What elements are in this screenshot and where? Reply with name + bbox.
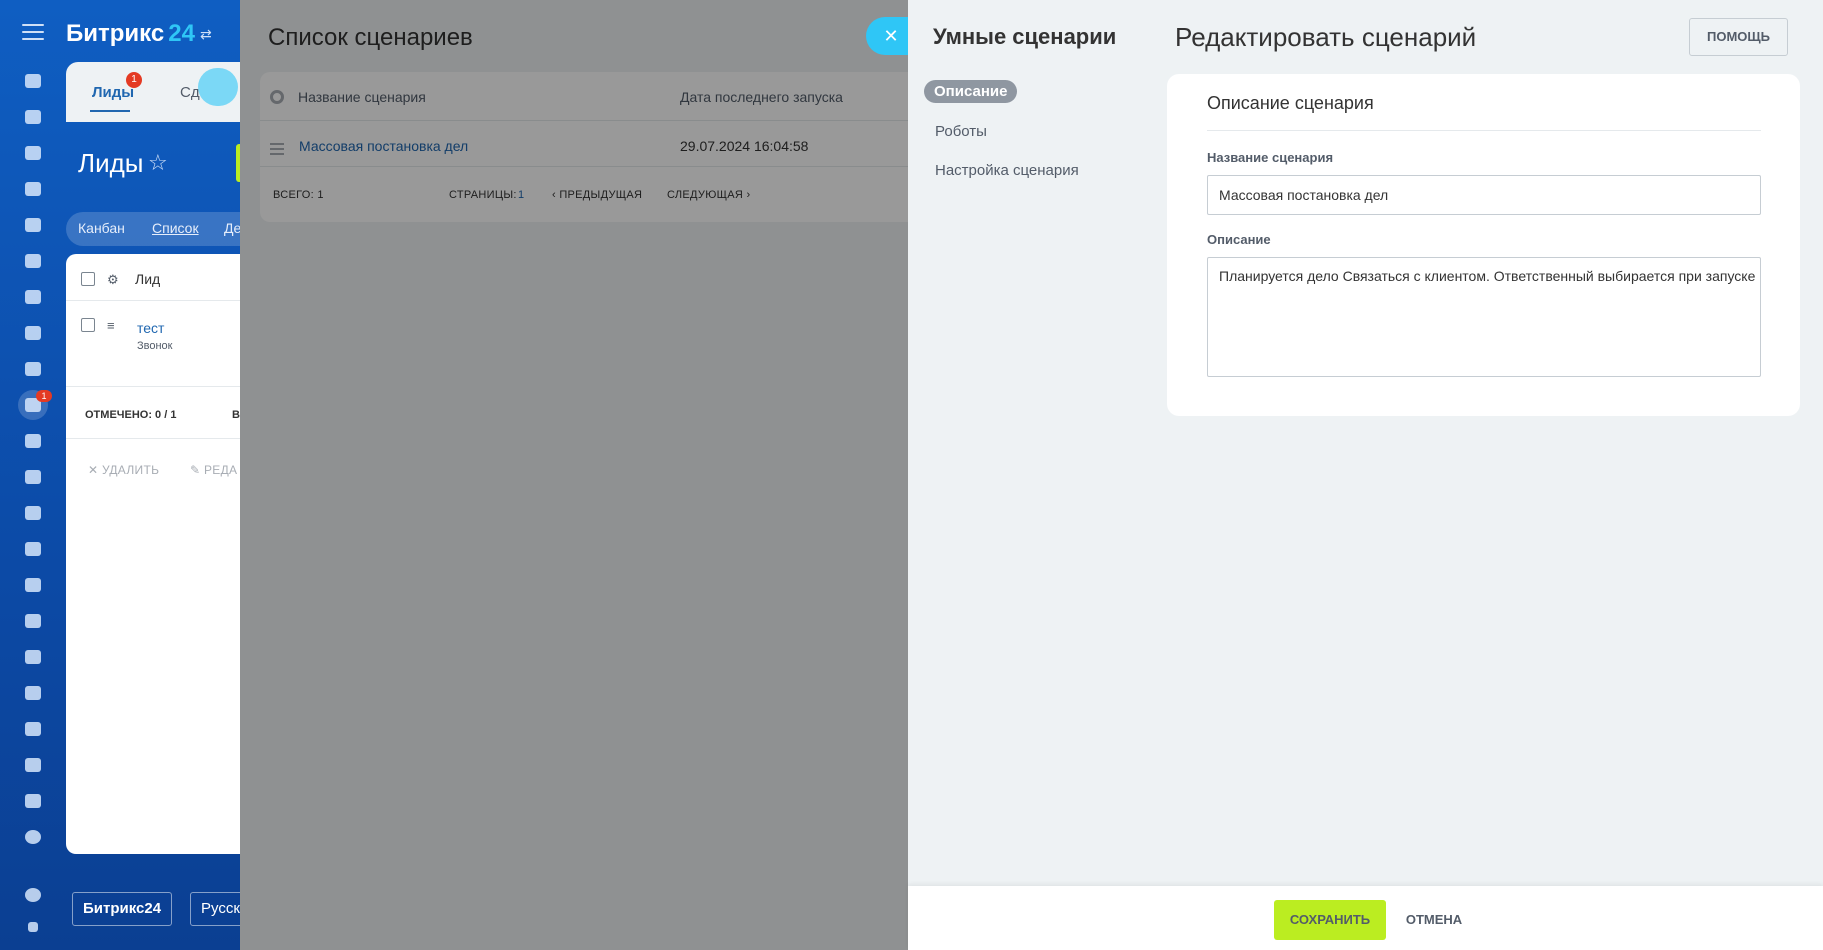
sign-icon[interactable]: [20, 572, 46, 598]
mail-icon[interactable]: [20, 284, 46, 310]
logo-name: Битрикс: [66, 20, 165, 47]
delete-action[interactable]: ✕ УДАЛИТЬ: [88, 463, 159, 477]
drive-icon[interactable]: [20, 248, 46, 274]
smart-scenarios-title: Умные сценарии: [933, 24, 1117, 49]
checklist-icon[interactable]: [20, 356, 46, 382]
structure-icon[interactable]: [20, 914, 46, 940]
nav-scenario-settings[interactable]: Настройка сценария: [935, 162, 1079, 179]
store-icon[interactable]: [20, 428, 46, 454]
scenario-name-label: Название сценария: [1207, 150, 1334, 165]
edit-list-icon[interactable]: [20, 536, 46, 562]
swap-icon[interactable]: ⇄: [200, 26, 212, 43]
form-section-heading: Описание сценария: [1207, 93, 1374, 113]
card-icon[interactable]: [20, 644, 46, 670]
scenario-list-dim: [240, 0, 908, 950]
chat-icon[interactable]: [20, 140, 46, 166]
row-checkbox[interactable]: [81, 318, 95, 332]
logo-number: 24: [168, 20, 195, 47]
bitrix24-bottom-button[interactable]: Битрикс24: [72, 892, 173, 926]
contacts-icon[interactable]: [20, 320, 46, 346]
calendar-icon[interactable]: [20, 176, 46, 202]
description-textarea[interactable]: Планируется дело Связаться с клиентом. О…: [1207, 257, 1761, 377]
background-close-button: [198, 68, 238, 106]
view-kanban[interactable]: Канбан: [78, 220, 125, 236]
lead-source: Звонок: [137, 340, 173, 352]
edit-action[interactable]: ✎ РЕДА: [190, 463, 237, 477]
lead-title-link[interactable]: тест: [137, 320, 164, 336]
grid-header-divider: [66, 300, 266, 301]
nav-robots[interactable]: Роботы: [935, 123, 987, 140]
menu-icon[interactable]: [22, 24, 44, 40]
close-icon: ✕: [883, 26, 899, 46]
selected-counter: ОТМЕЧЕНО: 0 / 1: [85, 409, 177, 421]
cancel-button[interactable]: ОТМЕНА: [1400, 900, 1468, 940]
close-slider-button[interactable]: ✕: [866, 17, 910, 55]
market-icon[interactable]: [20, 752, 46, 778]
description-label: Описание: [1207, 232, 1271, 247]
tasks-icon[interactable]: [20, 104, 46, 130]
form-section-divider: [1207, 130, 1761, 131]
delete-icon: ✕: [88, 463, 102, 477]
edit-label: РЕДА: [204, 463, 238, 477]
rail-badge: 1: [36, 390, 52, 402]
documents-icon[interactable]: [20, 212, 46, 238]
grid-actions-divider: [66, 438, 266, 439]
target-icon[interactable]: [20, 464, 46, 490]
more-chevron-icon[interactable]: [20, 824, 46, 850]
select-all-checkbox[interactable]: [81, 272, 95, 286]
view-other[interactable]: Де: [224, 220, 241, 236]
edit-scenario-title: Редактировать сценарий: [1175, 22, 1477, 52]
left-rail: 1: [0, 0, 66, 950]
view-list[interactable]: Список: [152, 220, 199, 236]
tab-leads-underline: [90, 110, 130, 112]
nav-description[interactable]: Описание: [924, 80, 1018, 103]
developer-icon[interactable]: [20, 788, 46, 814]
grid-settings-icon[interactable]: ⚙: [107, 272, 119, 288]
tab-leads[interactable]: Лиды: [92, 84, 134, 101]
cart-icon[interactable]: [20, 500, 46, 526]
delete-label: УДАЛИТЬ: [102, 463, 160, 477]
help-question-icon[interactable]: [20, 882, 46, 908]
grid-footer-divider: [66, 386, 266, 387]
favorite-star-icon[interactable]: ☆: [148, 150, 168, 176]
bitrix-logo[interactable]: Битрикс 24: [66, 20, 195, 48]
column-header-lead[interactable]: Лид: [135, 271, 160, 287]
scenario-name-input[interactable]: [1207, 175, 1761, 215]
row-menu-icon[interactable]: ≡: [107, 318, 115, 333]
leads-badge: 1: [126, 72, 142, 88]
box-icon[interactable]: [20, 716, 46, 742]
tab-deals[interactable]: Сд: [180, 84, 200, 101]
robot-icon[interactable]: [20, 680, 46, 706]
pencil-icon: ✎: [190, 463, 204, 477]
page-title: Лиды: [78, 148, 144, 178]
feed-icon[interactable]: [20, 68, 46, 94]
analytics-icon[interactable]: [20, 608, 46, 634]
help-button[interactable]: ПОМОЩЬ: [1689, 18, 1788, 56]
save-button[interactable]: СОХРАНИТЬ: [1274, 900, 1386, 940]
